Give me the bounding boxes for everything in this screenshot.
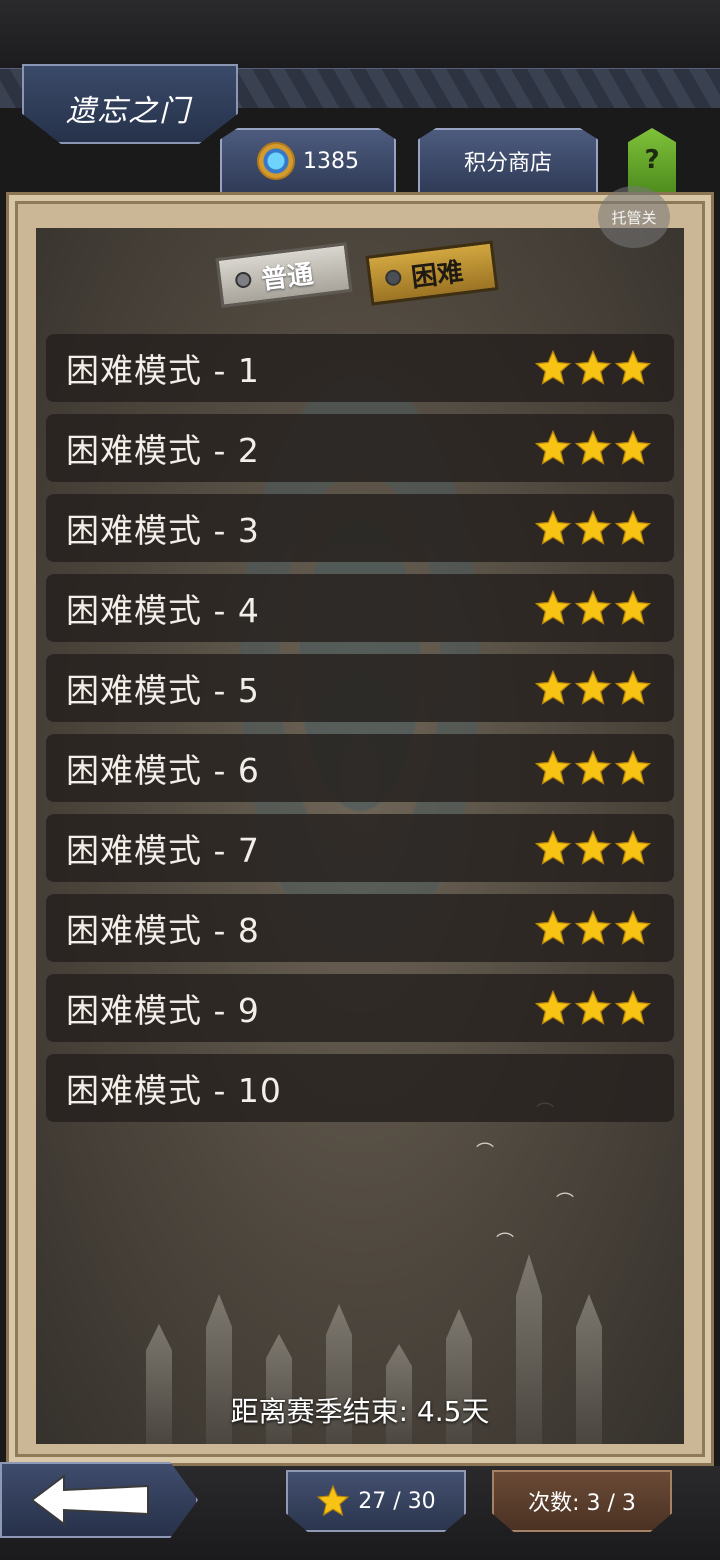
gem-medal-icon: [257, 142, 295, 180]
star-icon: [534, 829, 572, 865]
level-list: 困难模式 - 1 困难模式 - 2 困难模式 - 3 困难模式 - 4 困难模式 - 5…: [46, 334, 674, 1134]
level-row[interactable]: 困难模式 - 9: [46, 974, 674, 1042]
star-icon: [534, 669, 572, 705]
star-icon: [574, 589, 612, 625]
star-icon: [614, 349, 652, 385]
tab-normal-label: 普通: [259, 259, 315, 296]
star-icon: [614, 429, 652, 465]
star-icon: [574, 749, 612, 785]
level-stars: [534, 749, 652, 787]
star-icon: [614, 909, 652, 945]
level-stars: [534, 429, 652, 467]
level-name: 困难模式 - 8: [66, 911, 260, 950]
star-icon: [574, 909, 612, 945]
question-icon: ?: [644, 145, 660, 175]
star-icon: [574, 989, 612, 1025]
level-stars: [534, 509, 652, 547]
star-icon: [534, 429, 572, 465]
help-button[interactable]: ?: [628, 128, 676, 192]
level-name: 困难模式 - 1: [66, 351, 260, 390]
attempts-value: 次数: 3 / 3: [528, 1491, 636, 1516]
level-name: 困难模式 - 3: [66, 511, 260, 550]
radio-dot-icon: [384, 268, 403, 287]
auto-battle-label: 托管关: [611, 208, 657, 227]
star-icon: [614, 509, 652, 545]
status-bar-area: [0, 0, 720, 68]
season-countdown: 距离赛季结束: 4.5天: [230, 1395, 490, 1428]
auto-battle-button[interactable]: 托管关: [598, 186, 670, 248]
star-icon: [534, 509, 572, 545]
level-name: 困难模式 - 7: [66, 831, 260, 870]
star-icon: [534, 589, 572, 625]
level-row[interactable]: 困难模式 - 3: [46, 494, 674, 562]
level-stars: [534, 669, 652, 707]
level-name: 困难模式 - 6: [66, 751, 260, 790]
level-name: 困难模式 - 5: [66, 671, 260, 710]
level-row[interactable]: 困难模式 - 7: [46, 814, 674, 882]
level-row[interactable]: 困难模式 - 8: [46, 894, 674, 962]
stars-collected-value: 27 / 30: [358, 1488, 436, 1514]
star-icon: [534, 989, 572, 1025]
star-icon: [614, 749, 652, 785]
star-icon: [574, 829, 612, 865]
stars-collected: 27 / 30: [286, 1470, 466, 1532]
radio-dot-icon: [234, 271, 253, 289]
level-name: 困难模式 - 2: [66, 431, 260, 470]
star-icon: [534, 749, 572, 785]
level-stars: [534, 589, 652, 627]
level-row[interactable]: 困难模式 - 5: [46, 654, 674, 722]
star-icon: [614, 989, 652, 1025]
star-icon: [574, 669, 612, 705]
level-name: 困难模式 - 10: [66, 1071, 282, 1110]
points-shop-label: 积分商店: [463, 151, 552, 176]
level-stars: [534, 989, 652, 1027]
level-stars: [534, 829, 652, 867]
level-row[interactable]: 困难模式 - 2: [46, 414, 674, 482]
star-icon: [614, 829, 652, 865]
level-row[interactable]: 困难模式 - 4: [46, 574, 674, 642]
level-stars: [534, 349, 652, 387]
points-shop-button[interactable]: 积分商店: [418, 128, 598, 192]
level-name: 困难模式 - 9: [66, 991, 260, 1030]
star-icon: [614, 589, 652, 625]
level-stars: [534, 909, 652, 947]
level-row[interactable]: 困难模式 - 10: [46, 1054, 674, 1122]
score-display: 1385: [220, 128, 396, 192]
star-icon: [574, 509, 612, 545]
star-icon: [574, 349, 612, 385]
star-icon: [534, 909, 572, 945]
level-name: 困难模式 - 4: [66, 591, 260, 630]
star-icon: [534, 349, 572, 385]
score-value: 1385: [303, 148, 359, 174]
level-row[interactable]: 困难模式 - 6: [46, 734, 674, 802]
star-icon: [317, 1484, 350, 1517]
attempts-counter: 次数: 3 / 3: [492, 1470, 672, 1532]
tab-hard-label: 困难: [409, 256, 465, 293]
star-icon: [574, 429, 612, 465]
star-icon: [614, 669, 652, 705]
arrow-left-icon: [30, 1474, 149, 1526]
back-button[interactable]: [0, 1462, 198, 1538]
level-row[interactable]: 困难模式 - 1: [46, 334, 674, 402]
page-title: 遗忘之门: [66, 94, 190, 129]
